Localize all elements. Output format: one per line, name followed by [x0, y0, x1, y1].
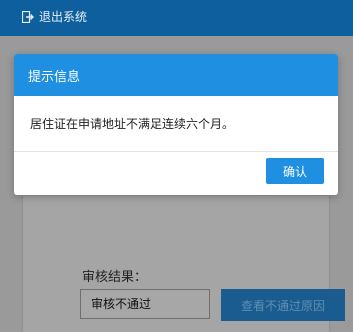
view-reason-button[interactable]: 查看不通过原因 — [221, 289, 345, 321]
alert-dialog: 提示信息 居住证在申请地址不满足连续六个月。 确认 — [14, 54, 338, 195]
dialog-title: 提示信息 — [14, 54, 338, 96]
audit-result-label: 审核结果： — [82, 270, 148, 285]
logout-link[interactable]: 退出系统 — [22, 8, 87, 25]
dialog-message: 居住证在申请地址不满足连续六个月。 — [14, 96, 338, 152]
logout-label: 退出系统 — [39, 10, 88, 24]
confirm-button[interactable]: 确认 — [266, 158, 324, 184]
logout-icon — [22, 10, 34, 23]
top-bar: 退出系统 — [0, 0, 353, 36]
dialog-footer: 确认 — [14, 152, 338, 195]
audit-result-field: 审核不通过 — [80, 289, 210, 319]
